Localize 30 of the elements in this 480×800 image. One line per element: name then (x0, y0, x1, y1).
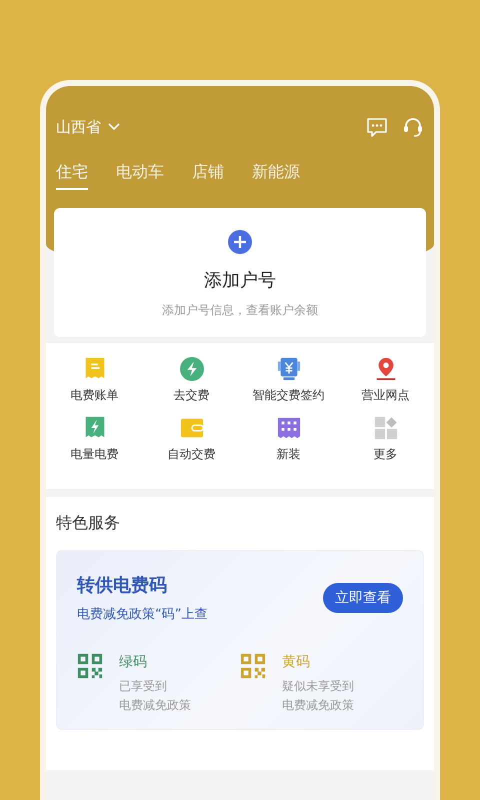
code-description: 电费减免政策 (282, 697, 354, 714)
view-button[interactable]: 立即查看 (323, 583, 403, 613)
service-label[interactable]: 电量电费 (70, 446, 118, 463)
service-label[interactable]: 智能交费签约 (252, 387, 324, 404)
code-name: 绿码 (119, 653, 148, 671)
wallet-icon[interactable] (180, 416, 204, 440)
keypad-icon[interactable] (276, 416, 300, 440)
card-subtitle: 添加户号信息，查看账户余额 (162, 302, 318, 319)
code-description: 疑似未享受到 (282, 678, 354, 695)
code-description: 电费减免政策 (119, 697, 191, 714)
service-label[interactable]: 更多 (374, 446, 398, 463)
account-card[interactable]: 添加户号 添加户号信息，查看账户余额 (54, 208, 426, 337)
add-icon[interactable] (228, 230, 252, 254)
banner-subtitle: 电费减免政策“码”上查 (77, 606, 208, 623)
section-title: 特色服务 (56, 513, 121, 534)
card-title: 添加户号 (204, 269, 276, 292)
headset-icon[interactable] (402, 116, 424, 138)
service-label[interactable]: 自动交费 (168, 446, 216, 463)
code-name: 黄码 (282, 653, 311, 671)
service-label[interactable]: 营业网点 (362, 387, 410, 404)
service-label[interactable]: 电费账单 (70, 387, 118, 404)
service-label[interactable]: 新装 (276, 446, 300, 463)
code-description: 已享受到 (119, 678, 168, 695)
grid-icon[interactable] (374, 416, 398, 440)
yuan-icon[interactable] (276, 357, 300, 381)
caret-icon (107, 122, 121, 132)
banner-title: 转供电费码 (77, 574, 168, 597)
lightning-icon[interactable] (180, 357, 204, 381)
message-icon[interactable] (366, 116, 388, 138)
service-label[interactable]: 去交费 (174, 387, 210, 404)
